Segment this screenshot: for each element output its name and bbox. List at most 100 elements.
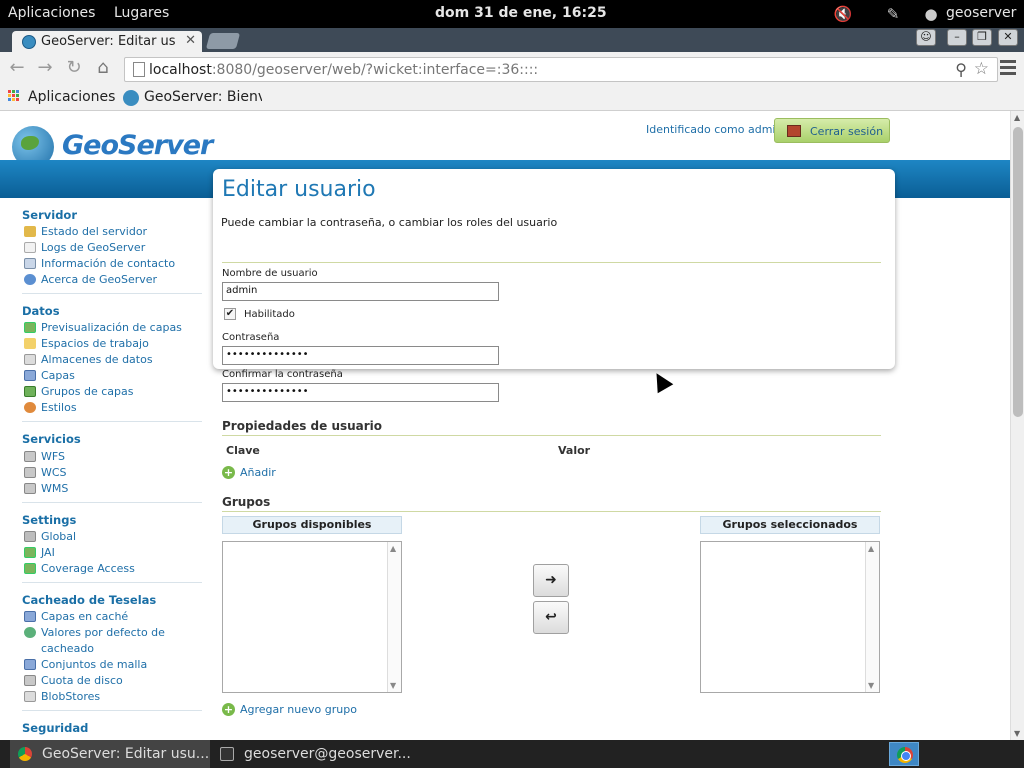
global-settings-icon <box>24 531 36 542</box>
enabled-checkbox[interactable]: ✔ <box>224 308 236 320</box>
folder-icon <box>24 338 36 349</box>
username-label: Nombre de usuario <box>222 268 318 279</box>
selected-groups-list[interactable]: ▲ ▼ <box>700 541 880 693</box>
logout-icon <box>787 125 801 137</box>
jai-icon <box>24 547 36 558</box>
sidebar-heading-servidor: Servidor <box>22 208 77 222</box>
available-groups-header: Grupos disponibles <box>222 516 402 534</box>
contact-icon <box>24 258 36 269</box>
service-icon <box>24 483 36 494</box>
about-icon <box>24 274 36 285</box>
bookmark-star-icon[interactable]: ☆ <box>974 59 989 79</box>
divider <box>222 511 881 512</box>
input-method-icon[interactable]: ✎ <box>882 3 904 25</box>
restore-button[interactable]: ❐ <box>972 29 992 46</box>
user-properties-title: Propiedades de usuario <box>222 419 383 433</box>
back-icon[interactable]: ← <box>6 57 28 79</box>
applications-menu[interactable]: Aplicaciones <box>8 5 95 21</box>
home-icon[interactable]: ⌂ <box>92 57 114 79</box>
address-bar[interactable]: localhost:8080/geoserver/web/?wicket:int… <box>124 57 998 82</box>
chat-icon[interactable]: ● <box>922 3 940 25</box>
geoserver-favicon-icon <box>22 35 36 49</box>
browser-tab-strip: GeoServer: Editar us ✕ <box>0 28 1024 53</box>
confirm-password-label: Confirmar la contraseña <box>222 369 343 380</box>
sidebar-divider <box>22 421 202 422</box>
logout-button[interactable]: Cerrar sesión <box>774 118 890 143</box>
clock[interactable]: dom 31 de ene, 16:25 <box>435 5 607 21</box>
confirm-password-input[interactable]: •••••••••••••• <box>222 383 499 402</box>
database-icon <box>24 354 36 365</box>
blobstore-icon <box>24 691 36 702</box>
chrome-icon <box>18 747 32 761</box>
bookmark-apps[interactable]: Aplicaciones <box>28 89 115 105</box>
bookmark-geoserver[interactable]: GeoServer: Bienv <box>144 89 262 105</box>
web-content: GeoServer Identificado como admin. Cerra… <box>0 111 1010 740</box>
divider <box>222 262 881 263</box>
layer-preview-icon <box>24 322 36 333</box>
sidebar-heading-tile-caching: Cacheado de Teselas <box>22 593 157 607</box>
forward-icon[interactable]: → <box>34 57 56 79</box>
close-tab-icon[interactable]: ✕ <box>185 33 196 48</box>
places-menu[interactable]: Lugares <box>114 5 169 21</box>
user-menu[interactable]: geoserver <box>946 5 1016 21</box>
bookmarks-bar: Aplicaciones GeoServer: Bienv <box>0 86 1024 111</box>
profile-icon[interactable]: ☺ <box>916 29 936 46</box>
server-status-icon <box>24 226 36 237</box>
scrollbar-thumb[interactable] <box>1013 127 1023 417</box>
new-tab-button[interactable] <box>205 33 241 49</box>
chrome-tray-icon[interactable] <box>889 742 919 766</box>
add-icon: + <box>222 466 235 479</box>
browser-tab[interactable]: GeoServer: Editar us ✕ <box>12 31 202 53</box>
zoom-icon[interactable]: ⚲ <box>955 60 967 79</box>
page-description: Puede cambiar la contraseña, o cambiar l… <box>221 216 558 229</box>
page-icon <box>133 62 145 77</box>
username-input[interactable]: admin <box>222 282 499 301</box>
sidebar-divider <box>22 502 202 503</box>
sidebar-divider <box>22 293 202 294</box>
sidebar-heading-security: Seguridad <box>22 721 89 735</box>
service-icon <box>24 467 36 478</box>
coverage-icon <box>24 563 36 574</box>
password-label: Contraseña <box>222 332 280 343</box>
taskbar-item-chrome[interactable]: GeoServer: Editar usu... <box>10 740 210 768</box>
sidebar-divider <box>22 582 202 583</box>
geoserver-bookmark-icon <box>123 90 139 106</box>
sidebar-divider <box>22 710 202 711</box>
logo-text: GeoServer <box>62 130 213 161</box>
page-title: Editar usuario <box>222 177 376 202</box>
groups-title: Grupos <box>222 495 271 509</box>
tab-title: GeoServer: Editar us <box>41 34 176 49</box>
taskbar-item-terminal[interactable]: geoserver@geoserver... <box>212 740 412 768</box>
available-groups-list[interactable]: ▲ ▼ <box>222 541 402 693</box>
globe-icon <box>24 627 36 638</box>
gridset-icon <box>24 659 36 670</box>
move-left-button[interactable]: ↩ <box>533 601 569 634</box>
sidebar-heading-settings: Settings <box>22 513 77 527</box>
tile-layers-icon <box>24 611 36 622</box>
sidebar-heading-datos: Datos <box>22 304 60 318</box>
apps-grid-icon[interactable] <box>8 90 21 103</box>
palette-icon <box>24 402 36 413</box>
list-scrollbar[interactable]: ▲ ▼ <box>387 542 401 692</box>
add-icon: + <box>222 703 235 716</box>
move-right-button[interactable]: ➜ <box>533 564 569 597</box>
column-value: Valor <box>558 444 591 457</box>
terminal-icon <box>220 747 234 761</box>
taskbar: GeoServer: Editar usu... geoserver@geose… <box>0 740 1024 768</box>
page-scrollbar[interactable]: ▲ ▼ <box>1010 111 1024 740</box>
url-text: localhost:8080/geoserver/web/?wicket:int… <box>149 62 539 78</box>
volume-muted-icon[interactable]: 🔇 <box>832 3 854 25</box>
logout-label: Cerrar sesión <box>810 125 884 138</box>
list-scrollbar[interactable]: ▲ ▼ <box>865 542 879 692</box>
password-input[interactable]: •••••••••••••• <box>222 346 499 365</box>
logged-in-text: Identificado como admin. <box>646 123 786 136</box>
logs-icon <box>24 242 36 253</box>
disk-icon <box>24 675 36 686</box>
minimize-button[interactable]: – <box>947 29 967 46</box>
divider <box>222 435 881 436</box>
reload-icon[interactable]: ↻ <box>63 57 85 79</box>
close-window-button[interactable]: ✕ <box>998 29 1018 46</box>
chrome-menu-icon[interactable] <box>1000 60 1016 76</box>
enabled-label: Habilitado <box>244 309 295 320</box>
service-icon <box>24 451 36 462</box>
